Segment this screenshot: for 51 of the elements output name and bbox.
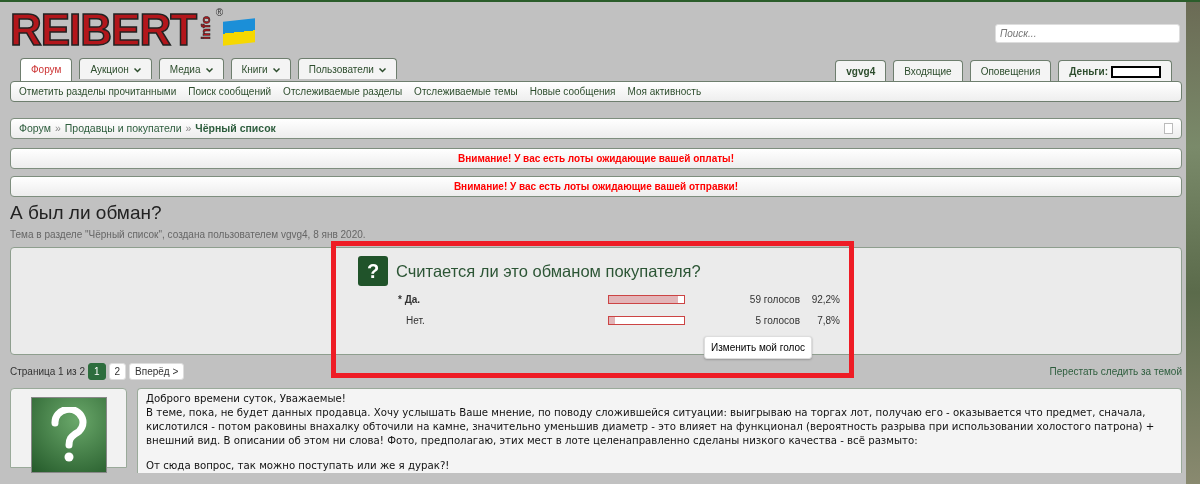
money-label: Деньги: xyxy=(1069,66,1108,77)
nav-tab[interactable]: Пользователи xyxy=(297,58,397,79)
alert-text: Внимание! У вас есть лоты ожидающие вашей оплаты! xyxy=(458,152,734,166)
registered-mark: ® xyxy=(215,8,223,18)
page-button[interactable]: 2 xyxy=(108,363,127,381)
thread-meta: Тема в разделе "Чёрный список", создана пользователем vgvg4, 8 янв 2020. xyxy=(10,228,366,241)
page-button[interactable]: 1 xyxy=(87,363,106,381)
nav-tab[interactable]: Медиа xyxy=(158,58,224,79)
post-paragraph: От сюда вопрос, так можно поступать или же я дурак?! xyxy=(146,459,451,474)
breadcrumb-link[interactable]: Продавцы и покупатели xyxy=(64,120,182,137)
poll-option-label: Нет. xyxy=(405,314,426,329)
vote-count: 59 голосов xyxy=(748,293,800,308)
sub-nav-link[interactable]: Отслеживаемые разделы xyxy=(283,84,403,99)
sub-nav-link[interactable]: Отслеживаемые темы xyxy=(414,84,518,99)
post-paragraph: Доброго времени суток, Уважаемые! xyxy=(146,392,347,407)
question-mark-icon xyxy=(49,407,89,464)
page-label: Страница 1 из 2 xyxy=(10,365,85,380)
sub-nav-link[interactable]: Новые сообщения xyxy=(529,84,616,99)
poll-icon: ? xyxy=(358,256,388,287)
poll-question: Считается ли это обманом покупателя? xyxy=(396,260,701,282)
money-tab[interactable]: Деньги: xyxy=(1058,60,1172,81)
flag-icon xyxy=(223,18,255,46)
thread-title: А был ли обман? xyxy=(10,202,163,225)
site-logo[interactable]: REIBERT info ® xyxy=(10,8,255,52)
page-icon xyxy=(1164,123,1173,134)
vote-percent: 7,8% xyxy=(816,314,840,329)
logo-text: REIBERT xyxy=(10,8,197,52)
user-tab[interactable]: vgvg4 xyxy=(835,60,887,81)
sub-nav-link[interactable]: Моя активность xyxy=(627,84,702,99)
sub-nav-link[interactable]: Поиск сообщений xyxy=(188,84,272,99)
vote-count: 5 голосов xyxy=(754,314,800,329)
vote-percent: 92,2% xyxy=(810,293,840,308)
user-tab[interactable]: Оповещения xyxy=(969,60,1052,81)
unwatch-link[interactable]: Перестать следить за темой xyxy=(1049,364,1182,380)
breadcrumb-separator: » xyxy=(54,120,61,136)
nav-tab[interactable]: Книги xyxy=(230,58,291,79)
logo-suffix: info xyxy=(197,16,215,40)
alert-text: Внимание! У вас есть лоты ожидающие вашей отправки! xyxy=(453,180,739,194)
search-field[interactable]: Поиск... xyxy=(995,24,1180,43)
user-tab[interactable]: Входящие xyxy=(893,60,963,81)
change-vote-button[interactable]: Изменить мой голос xyxy=(704,336,812,360)
breadcrumb-link[interactable]: Форум xyxy=(19,120,51,137)
breadcrumb-link[interactable]: Чёрный список xyxy=(195,120,276,137)
nav-tab[interactable]: Аукцион xyxy=(79,58,152,79)
breadcrumb-separator: » xyxy=(185,120,192,136)
poll-option-label: * Да. xyxy=(398,293,422,308)
sub-nav-link[interactable]: Отметить разделы прочитанными xyxy=(19,84,177,99)
nav-tab[interactable]: Форум xyxy=(20,58,73,81)
next-page-button[interactable]: Вперёд > xyxy=(129,363,185,381)
post-paragraph: В теме, пока, не будет данных продавца. Хочу услышать Ваше мнение, по поводу сложившейся ситуации: выигрываю на торгах лот, получаю его - оказывается что предмет, сначала, кислотился - потом раковины внахалку обточили на камне, значительно уменьшив диаметр - это влияет на функционал (вероятность разрыва при использовании холостого патрона) + внешний вид. В описании об этом ни слова! Фото, предполагаю, этих мест в лоте целенаправленно сделаны низкого качества - всё размыто: xyxy=(146,406,1156,449)
redacted-value xyxy=(1111,66,1161,79)
